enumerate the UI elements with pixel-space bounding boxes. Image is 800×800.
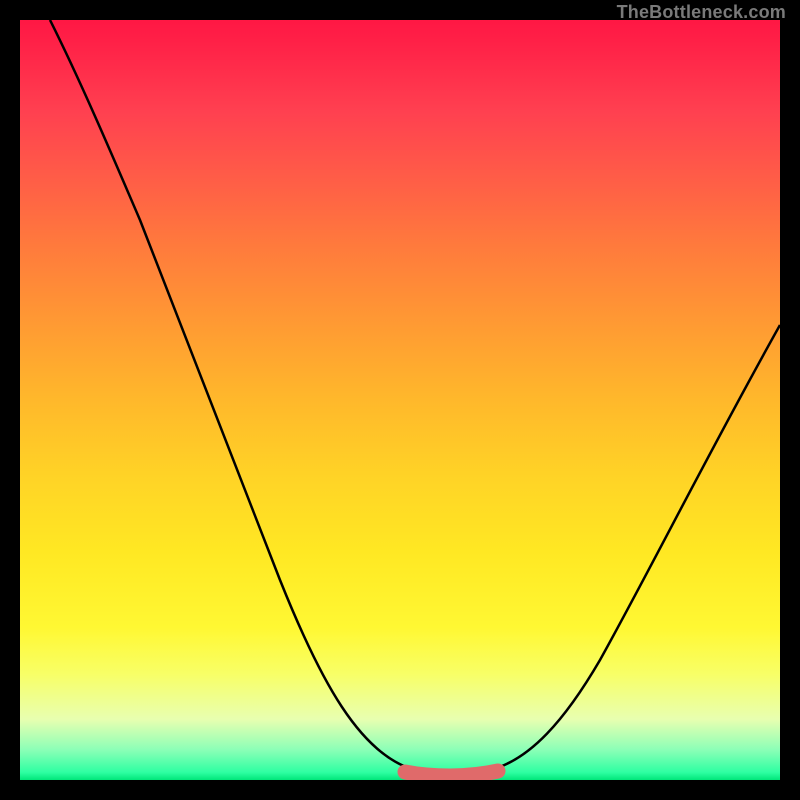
bottleneck-curve xyxy=(50,20,780,770)
chart-frame: TheBottleneck.com xyxy=(0,0,800,800)
flat-bottom-highlight xyxy=(405,771,498,776)
plot-area xyxy=(20,20,780,780)
plot-svg xyxy=(20,20,780,780)
